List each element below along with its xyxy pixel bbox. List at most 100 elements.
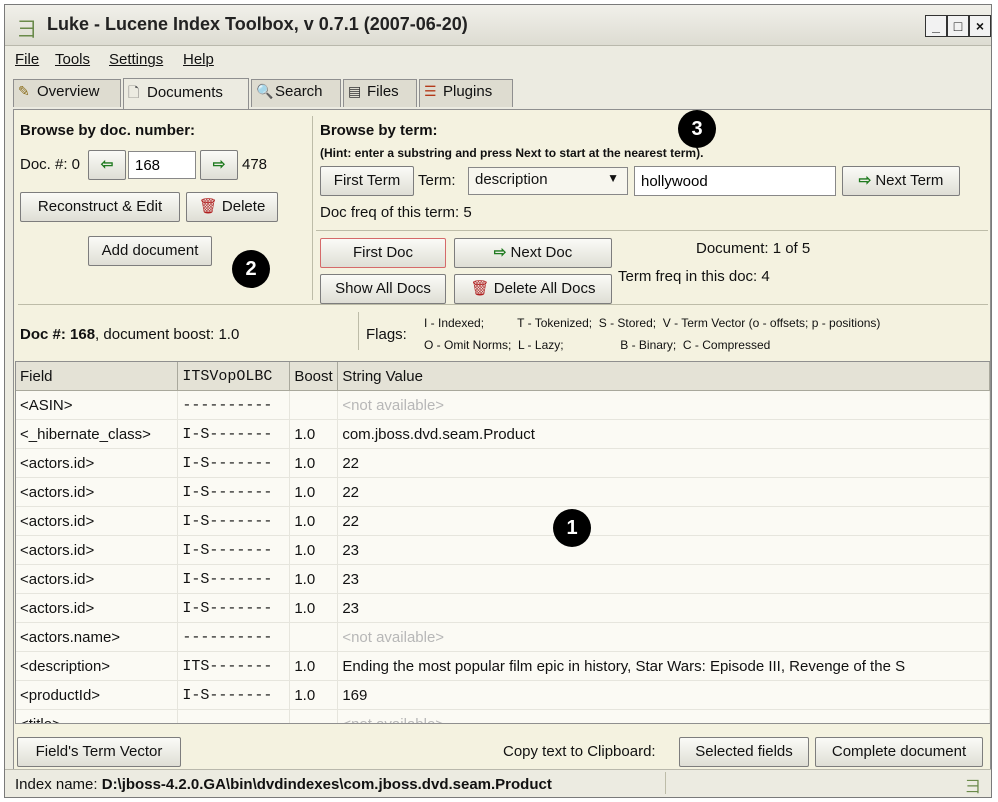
next-term-button[interactable]: ⇨ Next Term	[842, 166, 960, 196]
field-cell: <actors.id>	[16, 506, 179, 536]
tab-search[interactable]: 🔍 Search	[251, 79, 341, 107]
boost-cell	[289, 390, 339, 420]
arrow-left-icon: ⇦	[100, 156, 114, 173]
copy-selected-fields-button[interactable]: Selected fields	[679, 737, 809, 767]
next-doc-button[interactable]: ⇨ Next Doc	[454, 238, 612, 268]
flags-label: Flags:	[366, 326, 407, 343]
boost-cell	[289, 622, 339, 652]
table-row[interactable]: <actors.id> I-S------- 1.0 23	[16, 535, 990, 565]
field-term-vector-button[interactable]: Field's Term Vector	[17, 737, 181, 767]
table-row[interactable]: <title> ---------- <not available>	[16, 709, 990, 723]
table-header-row: Field ITSVopOLBC Boost String Value	[16, 362, 990, 391]
next-doc-label: Next Doc	[510, 244, 573, 261]
title-bar[interactable]: ⺕ Luke - Lucene Index Toolbox, v 0.7.1 (…	[5, 5, 991, 46]
delete-all-docs-button[interactable]: 🗑 Delete All Docs	[454, 274, 612, 304]
doc-number-label: Doc. #: 0	[20, 156, 81, 173]
status-divider	[665, 772, 666, 794]
fields-table[interactable]: Field ITSVopOLBC Boost String Value <ASI…	[15, 361, 991, 724]
value-cell: 23	[337, 593, 990, 623]
luke-status-icon: ⺕	[964, 779, 981, 796]
doc-number-input[interactable]	[128, 151, 196, 179]
field-cell: <actors.id>	[16, 535, 179, 565]
first-term-button[interactable]: First Term	[320, 166, 414, 196]
table-row[interactable]: <productId> I-S------- 1.0 169	[16, 680, 990, 710]
max-doc-label: 478	[242, 156, 268, 173]
tab-overview[interactable]: ✎ Overview	[13, 79, 121, 107]
index-name: Index name: D:\jboss-4.2.0.GA\bin\dvdind…	[15, 776, 552, 793]
header-boost[interactable]: Boost	[289, 362, 339, 391]
field-cell: <productId>	[16, 680, 179, 710]
menu-settings[interactable]: Settings	[109, 51, 163, 68]
tab-label: Documents	[147, 84, 223, 101]
menu-file[interactable]: File	[15, 51, 39, 68]
doc-info: Doc #: 168, document boost: 1.0	[20, 326, 239, 343]
term-text-input[interactable]	[634, 166, 836, 196]
value-cell: <not available>	[337, 622, 990, 652]
value-cell: 22	[337, 448, 990, 478]
add-document-button[interactable]: Add document	[88, 236, 212, 266]
show-all-docs-button[interactable]: Show All Docs	[320, 274, 446, 304]
flags-divider	[358, 312, 359, 350]
field-cell: <ASIN>	[16, 390, 179, 420]
prev-doc-button[interactable]: ⇦	[88, 150, 126, 180]
callout-badge-1: 1	[553, 509, 591, 547]
delete-label: Delete	[221, 198, 266, 215]
header-string-value[interactable]: String Value	[337, 362, 990, 391]
table-row[interactable]: <actors.id> I-S------- 1.0 22	[16, 506, 990, 536]
table-row[interactable]: <actors.id> I-S------- 1.0 22	[16, 448, 990, 478]
table-row[interactable]: <ASIN> ---------- <not available>	[16, 390, 990, 420]
menu-tools[interactable]: Tools	[55, 51, 90, 68]
flags-cell: ----------	[177, 622, 291, 652]
value-cell: 22	[337, 506, 990, 536]
header-flags[interactable]: ITSVopOLBC	[177, 362, 291, 391]
flags-cell: ----------	[177, 709, 291, 723]
table-row[interactable]: <actors.id> I-S------- 1.0 22	[16, 477, 990, 507]
copy-clipboard-label: Copy text to Clipboard:	[503, 743, 656, 760]
boost-cell: 1.0	[289, 535, 339, 565]
menu-help[interactable]: Help	[183, 51, 214, 68]
value-cell: <not available>	[337, 709, 990, 723]
delete-all-label: Delete All Docs	[493, 280, 596, 297]
value-cell: 22	[337, 477, 990, 507]
fields-grid: Field ITSVopOLBC Boost String Value <ASI…	[16, 362, 990, 723]
trash-icon: 🗑	[198, 198, 218, 215]
index-path: D:\jboss-4.2.0.GA\bin\dvdindexes\com.jbo…	[101, 776, 552, 793]
minimize-button[interactable]: _	[925, 15, 947, 37]
browse-term-hint: (Hint: enter a substring and press Next …	[320, 146, 704, 160]
doc-freq-label: Doc freq of this term: 5	[320, 204, 472, 221]
next-doc-number-button[interactable]: ⇨	[200, 150, 238, 180]
table-row[interactable]: <actors.id> I-S------- 1.0 23	[16, 564, 990, 594]
close-button[interactable]: ×	[969, 15, 991, 37]
files-icon: ▤	[348, 83, 362, 99]
table-row[interactable]: <actors.id> I-S------- 1.0 23	[16, 593, 990, 623]
flags-cell: I-S-------	[177, 680, 291, 710]
field-cell: <_hibernate_class>	[16, 419, 179, 449]
window-title: Luke - Lucene Index Toolbox, v 0.7.1 (20…	[47, 14, 468, 34]
flags-cell: I-S-------	[177, 419, 291, 449]
tab-plugins[interactable]: ☰ Plugins	[419, 79, 513, 107]
header-field[interactable]: Field	[16, 362, 179, 391]
field-cell: <actors.id>	[16, 448, 179, 478]
boost-cell	[289, 709, 339, 723]
copy-complete-document-button[interactable]: Complete document	[815, 737, 983, 767]
menu-bar: File Tools Settings Help	[5, 46, 991, 74]
term-field-select[interactable]: description ▼	[468, 167, 628, 195]
table-row[interactable]: <description> ITS------- 1.0 Ending the mos…	[16, 651, 990, 681]
reconstruct-edit-button[interactable]: Reconstruct & Edit	[20, 192, 180, 222]
doc-number-value: Doc #: 168	[20, 326, 96, 343]
arrow-right-icon: ⇨	[493, 244, 507, 261]
tab-files[interactable]: ▤ Files	[343, 79, 417, 107]
value-cell: com.jboss.dvd.seam.Product	[337, 419, 990, 449]
flags-cell: I-S-------	[177, 564, 291, 594]
tab-label: Overview	[37, 83, 100, 100]
index-name-label: Index name:	[15, 776, 98, 793]
term-divider	[316, 230, 988, 231]
callout-badge-3: 3	[678, 110, 716, 148]
first-doc-button[interactable]: First Doc	[320, 238, 446, 268]
delete-doc-button[interactable]: 🗑 Delete	[186, 192, 278, 222]
maximize-button[interactable]: □	[947, 15, 969, 37]
table-row[interactable]: <actors.name> ---------- <not available>	[16, 622, 990, 652]
table-row[interactable]: <_hibernate_class> I-S------- 1.0 com.jboss…	[16, 419, 990, 449]
tab-documents[interactable]: 🗋 Documents	[123, 78, 249, 109]
field-cell: <actors.name>	[16, 622, 179, 652]
